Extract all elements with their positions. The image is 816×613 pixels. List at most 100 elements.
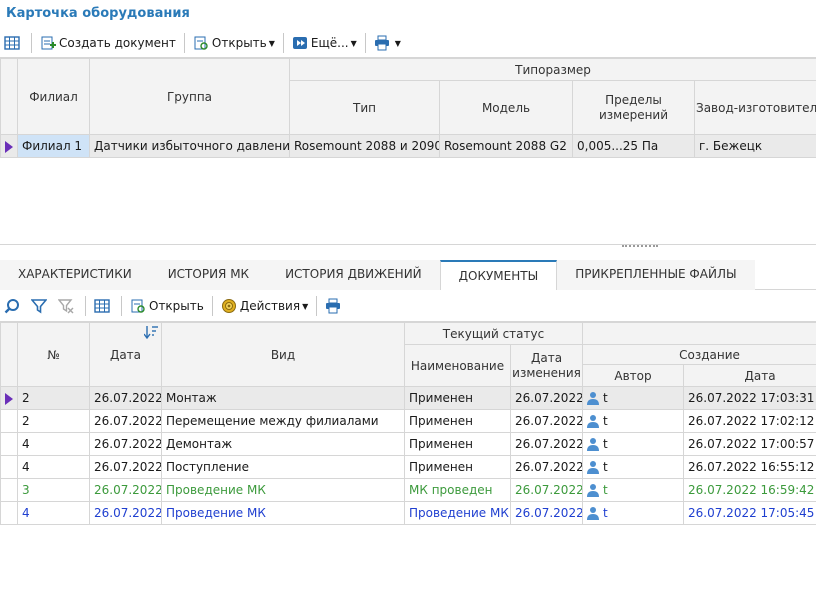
- tab-mk-history[interactable]: ИСТОРИЯ МК: [149, 260, 268, 290]
- tab-movement-history[interactable]: ИСТОРИЯ ДВИЖЕНИЙ: [267, 260, 440, 290]
- sort-descending-icon: [143, 325, 158, 342]
- cell-created[interactable]: 26.07.2022 17:02:12: [683, 409, 816, 433]
- cell-status[interactable]: Проведение МК: [404, 501, 511, 525]
- cell-created[interactable]: 26.07.2022 16:59:42: [683, 478, 816, 502]
- search-button[interactable]: [0, 294, 27, 318]
- column-header-status-name[interactable]: Наименование: [404, 344, 511, 387]
- column-header-branch[interactable]: Филиал: [17, 58, 90, 135]
- table-row[interactable]: 2 26.07.2022 Перемещение между филиалами…: [0, 409, 816, 433]
- cell-date[interactable]: 26.07.2022: [89, 501, 162, 525]
- grid-settings-button[interactable]: [90, 294, 117, 318]
- cell-num[interactable]: 2: [17, 409, 90, 433]
- cell-num[interactable]: 3: [17, 478, 90, 502]
- top-toolbar: Создать документ Открыть ▼ Ещё... ▼ ▼: [0, 30, 405, 56]
- cell-kind[interactable]: Монтаж: [161, 386, 405, 410]
- column-header-author[interactable]: Автор: [582, 364, 685, 387]
- cell-range[interactable]: 0,005...25 Па: [572, 134, 695, 158]
- cell-status[interactable]: Применен: [404, 432, 511, 456]
- cell-author[interactable]: t: [582, 409, 685, 433]
- tab-characteristics[interactable]: ХАРАКТЕРИСТИКИ: [0, 260, 150, 290]
- cell-author[interactable]: t: [582, 478, 685, 502]
- cell-kind[interactable]: Проведение МК: [161, 478, 405, 502]
- row-indicator: [0, 134, 18, 158]
- cell-author[interactable]: t: [582, 501, 685, 525]
- cell-author[interactable]: t: [582, 432, 685, 456]
- cell-manufacturer[interactable]: г. Бежецк: [693, 134, 816, 158]
- column-header-kind[interactable]: Вид: [161, 322, 405, 387]
- cell-status-date[interactable]: 26.07.2022: [509, 386, 584, 410]
- clear-filter-button[interactable]: [54, 294, 81, 318]
- table-row[interactable]: 4 26.07.2022 Демонтаж Применен 26.07.202…: [0, 432, 816, 456]
- panel-splitter[interactable]: [622, 245, 658, 247]
- cell-status[interactable]: Применен: [404, 455, 511, 479]
- cell-date[interactable]: 26.07.2022: [89, 386, 162, 410]
- column-header-model[interactable]: Модель: [439, 80, 573, 135]
- column-header-created[interactable]: Дата: [683, 364, 816, 387]
- cell-kind[interactable]: Проведение МК: [161, 501, 405, 525]
- table-row[interactable]: 4 26.07.2022 Проведение МК Проведение МК…: [0, 501, 816, 525]
- cell-kind[interactable]: Перемещение между филиалами: [161, 409, 405, 433]
- cell-date[interactable]: 26.07.2022: [89, 432, 162, 456]
- cell-group[interactable]: Датчики избыточного давления: [89, 134, 290, 158]
- cell-date[interactable]: 26.07.2022: [89, 478, 162, 502]
- cell-status-date[interactable]: 26.07.2022: [509, 478, 584, 502]
- printer-icon: [374, 35, 390, 51]
- more-button[interactable]: Ещё... ▼: [288, 31, 361, 55]
- table-row[interactable]: 3 26.07.2022 Проведение МК МК проведен 2…: [0, 478, 816, 502]
- cell-status[interactable]: МК проведен: [404, 478, 511, 502]
- open-button[interactable]: Открыть ▼: [189, 31, 279, 55]
- cell-created[interactable]: 26.07.2022 17:05:45: [683, 501, 816, 525]
- table-row[interactable]: 4 26.07.2022 Поступление Применен 26.07.…: [0, 455, 816, 479]
- create-document-label: Создать документ: [59, 36, 176, 50]
- column-header-creation: Создание: [582, 344, 816, 365]
- column-header-date[interactable]: Дата: [89, 322, 162, 387]
- tab-attached-files[interactable]: ПРИКРЕПЛЕННЫЕ ФАЙЛЫ: [557, 260, 755, 290]
- column-header-manufacturer[interactable]: Завод-изготовитель: [693, 80, 816, 135]
- tab-bar: ХАРАКТЕРИСТИКИ ИСТОРИЯ МК ИСТОРИЯ ДВИЖЕН…: [0, 260, 816, 290]
- create-document-button[interactable]: Создать документ: [36, 31, 180, 55]
- cell-created[interactable]: 26.07.2022 17:00:57: [683, 432, 816, 456]
- window-title: Карточка оборудования: [6, 6, 190, 21]
- author-name: t: [603, 459, 608, 474]
- cell-kind[interactable]: Демонтаж: [161, 432, 405, 456]
- column-header-status-date[interactable]: Дата изменения: [509, 344, 584, 387]
- grid-settings-button[interactable]: [0, 31, 27, 55]
- column-header-group[interactable]: Группа: [89, 58, 290, 135]
- table-row[interactable]: Филиал 1 Датчики избыточного давления Ro…: [0, 134, 816, 158]
- filter-button[interactable]: [27, 294, 54, 318]
- cell-status-date[interactable]: 26.07.2022: [509, 455, 584, 479]
- cell-num[interactable]: 2: [17, 386, 90, 410]
- cell-status[interactable]: Применен: [404, 409, 511, 433]
- cell-status-date[interactable]: 26.07.2022: [509, 432, 584, 456]
- cell-created[interactable]: 26.07.2022 16:55:12: [683, 455, 816, 479]
- cell-date[interactable]: 26.07.2022: [89, 409, 162, 433]
- cell-kind[interactable]: Поступление: [161, 455, 405, 479]
- row-indicator: [0, 501, 18, 525]
- cell-author[interactable]: t: [582, 455, 685, 479]
- user-icon: [587, 483, 600, 498]
- cell-status-date[interactable]: 26.07.2022: [509, 501, 584, 525]
- print-button[interactable]: [321, 294, 348, 318]
- cell-branch[interactable]: Филиал 1: [17, 134, 90, 158]
- print-button[interactable]: ▼: [370, 31, 405, 55]
- cell-author[interactable]: t: [582, 386, 685, 410]
- cell-num[interactable]: 4: [17, 501, 90, 525]
- table-row[interactable]: 2 26.07.2022 Монтаж Применен 26.07.2022 …: [0, 386, 816, 410]
- cell-type[interactable]: Rosemount 2088 и 2090: [289, 134, 440, 158]
- tab-documents[interactable]: ДОКУМЕНТЫ: [439, 260, 558, 290]
- cell-model[interactable]: Rosemount 2088 G2: [439, 134, 573, 158]
- cell-date[interactable]: 26.07.2022: [89, 455, 162, 479]
- cell-status[interactable]: Применен: [404, 386, 511, 410]
- cell-num[interactable]: 4: [17, 432, 90, 456]
- cell-created[interactable]: 26.07.2022 17:03:31: [683, 386, 816, 410]
- actions-button[interactable]: Действия ▼: [217, 294, 312, 318]
- column-header-type[interactable]: Тип: [289, 80, 440, 135]
- column-header-range[interactable]: Пределы измерений: [572, 80, 695, 135]
- current-row-icon: [5, 140, 13, 153]
- cell-status-date[interactable]: 26.07.2022: [509, 409, 584, 433]
- open-document-button[interactable]: Открыть: [126, 294, 208, 318]
- chevron-down-icon: ▼: [268, 38, 275, 48]
- column-group-status: Текущий статус: [403, 322, 584, 345]
- cell-num[interactable]: 4: [17, 455, 90, 479]
- column-header-num[interactable]: №: [17, 322, 90, 387]
